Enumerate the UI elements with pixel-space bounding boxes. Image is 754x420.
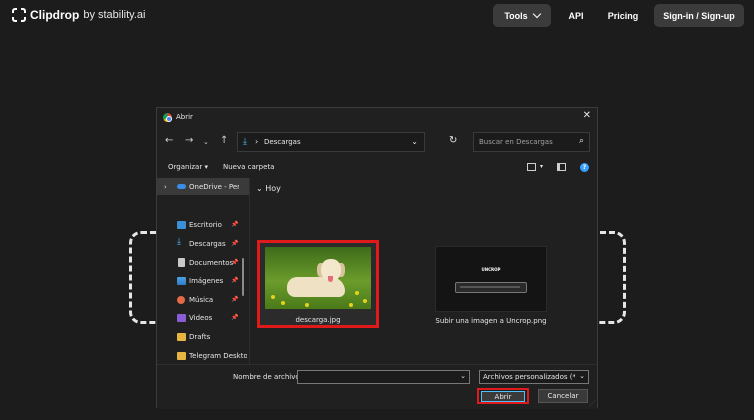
up-arrow-icon[interactable]: ↑	[220, 136, 228, 146]
sidebar-item-label: OneDrive - Pers	[189, 182, 239, 191]
downloads-icon: ⤓	[177, 237, 181, 247]
address-bar[interactable]: ⤓ › Descargas ⌄	[237, 132, 425, 152]
open-button-highlight: Abrir	[477, 388, 529, 404]
pin-icon: 📌	[231, 296, 239, 303]
sidebar-item-label: Drafts	[189, 332, 211, 341]
sidebar-scrollbar[interactable]	[242, 258, 244, 296]
pin-icon: 📌	[231, 259, 239, 266]
music-icon	[177, 295, 185, 304]
recent-locations-chevron-icon[interactable]: ⌄	[203, 137, 209, 147]
file-open-dialog: Abrir ✕ ← → ⌄ ↑ ⤓ › Descargas ⌄ ↻ Buscar…	[156, 107, 598, 409]
sidebar-item-label: Telegram Deskto	[189, 351, 247, 360]
dialog-titlebar[interactable]: Abrir ✕	[157, 108, 597, 127]
organize-menu[interactable]: Organizar ▾	[168, 163, 208, 171]
dialog-title: Abrir	[176, 113, 193, 121]
pin-icon: 📌	[231, 240, 239, 247]
sidebar-item-telegram[interactable]: Telegram Deskto	[157, 347, 249, 364]
resize-grip-icon[interactable]: ⋰	[589, 400, 595, 407]
breadcrumb-descargas[interactable]: Descargas	[264, 138, 301, 146]
clipdrop-logo[interactable]: Clipdrop by stability.ai	[12, 8, 145, 22]
dog-photo-thumbnail	[265, 247, 371, 309]
group-collapse-chevron-icon[interactable]: ⌄	[256, 184, 263, 193]
pictures-icon	[177, 276, 186, 285]
address-row: ← → ⌄ ↑ ⤓ › Descargas ⌄ ↻ Buscar en Desc…	[157, 132, 597, 152]
breadcrumb-separator-icon[interactable]: ›	[255, 137, 258, 146]
new-folder-button[interactable]: Nueva carpeta	[223, 163, 274, 171]
uncrop-preview-box	[455, 282, 527, 293]
filename-field[interactable]: ⌄	[297, 370, 470, 384]
sidebar-item-escritorio[interactable]: Escritorio 📌	[157, 216, 249, 233]
file-item-descarga[interactable]: descarga.jpg	[257, 240, 379, 328]
pin-icon: 📌	[231, 221, 239, 228]
sidebar-item-documentos[interactable]: Documentos 📌	[157, 254, 249, 271]
command-bar: Organizar ▾ Nueva carpeta ▾ ?	[157, 160, 597, 176]
chrome-icon	[163, 113, 172, 122]
change-view-icon[interactable]	[527, 163, 536, 171]
folder-icon	[177, 332, 186, 341]
preview-pane-icon[interactable]	[557, 163, 566, 171]
refresh-icon[interactable]: ↻	[449, 135, 457, 146]
view-options-chevron-icon[interactable]: ▾	[540, 163, 543, 170]
sidebar-item-videos[interactable]: Videos 📌	[157, 309, 249, 326]
open-button[interactable]: Abrir	[481, 391, 525, 402]
desktop-icon	[177, 220, 186, 229]
pricing-link[interactable]: Pricing	[600, 4, 646, 27]
group-header-today[interactable]: ⌄ Hoy	[256, 184, 281, 193]
filetype-dropdown-icon: ⌄	[579, 372, 585, 380]
address-dropdown-icon[interactable]: ⌄	[411, 137, 418, 146]
search-placeholder: Buscar en Descargas	[479, 138, 553, 146]
videos-icon	[177, 313, 186, 322]
group-label: Hoy	[265, 184, 281, 193]
search-icon: ⌕	[578, 136, 584, 146]
downloads-icon: ⤓	[243, 137, 247, 147]
brand-name: Clipdrop	[30, 8, 80, 22]
file-name-label: descarga.jpg	[295, 316, 341, 324]
expand-chevron-icon[interactable]: ›	[164, 183, 167, 191]
file-name-label[interactable]: Subir una imagen a Uncrop.png	[423, 317, 559, 325]
uncrop-preview-title: UNCROP	[481, 267, 501, 272]
tools-label: Tools	[504, 10, 528, 21]
site-header: Clipdrop by stability.ai Tools API Prici…	[0, 0, 754, 32]
tools-menu-button[interactable]: Tools	[493, 4, 551, 27]
clipdrop-logo-icon	[12, 8, 26, 22]
filetype-value: Archivos personalizados (*.png	[483, 373, 575, 381]
pin-icon: 📌	[231, 314, 239, 321]
brand-suffix: by stability.ai	[83, 9, 146, 21]
sidebar-item-musica[interactable]: Música 📌	[157, 291, 249, 308]
pane-divider[interactable]	[249, 178, 250, 364]
onedrive-icon	[177, 184, 186, 189]
filetype-select[interactable]: Archivos personalizados (*.png ⌄	[479, 370, 589, 384]
sidebar-item-descargas[interactable]: ⤓ Descargas 📌	[157, 235, 249, 252]
pin-icon: 📌	[231, 277, 239, 284]
cancel-button[interactable]: Cancelar	[538, 389, 588, 403]
filename-dropdown-icon[interactable]: ⌄	[460, 372, 466, 380]
sidebar-item-onedrive[interactable]: › OneDrive - Pers	[157, 178, 249, 195]
close-icon[interactable]: ✕	[583, 110, 591, 121]
help-icon[interactable]: ?	[580, 163, 589, 172]
filename-label: Nombre de archivo:	[233, 373, 303, 381]
dialog-footer: Nombre de archivo: ⌄ Archivos personaliz…	[157, 364, 597, 409]
api-link[interactable]: API	[561, 4, 591, 27]
file-item-uncrop[interactable]: UNCROP	[435, 246, 547, 312]
sidebar-item-drafts[interactable]: Drafts	[157, 328, 249, 345]
forward-arrow-icon[interactable]: →	[185, 136, 193, 146]
navigation-pane: › OneDrive - Pers Escritorio 📌 ⤓ Descarg…	[157, 178, 249, 364]
sidebar-item-imagenes[interactable]: Imágenes 📌	[157, 272, 249, 289]
chevron-down-icon	[532, 9, 541, 19]
back-arrow-icon[interactable]: ←	[165, 136, 173, 146]
file-list: ⌄ Hoy descarga.jpg UNCROP Subir una imag…	[251, 178, 597, 364]
search-input[interactable]: Buscar en Descargas ⌕	[473, 132, 590, 152]
signin-button[interactable]: Sign-in / Sign-up	[654, 4, 744, 27]
folder-icon	[177, 351, 186, 360]
documents-icon	[178, 258, 185, 267]
